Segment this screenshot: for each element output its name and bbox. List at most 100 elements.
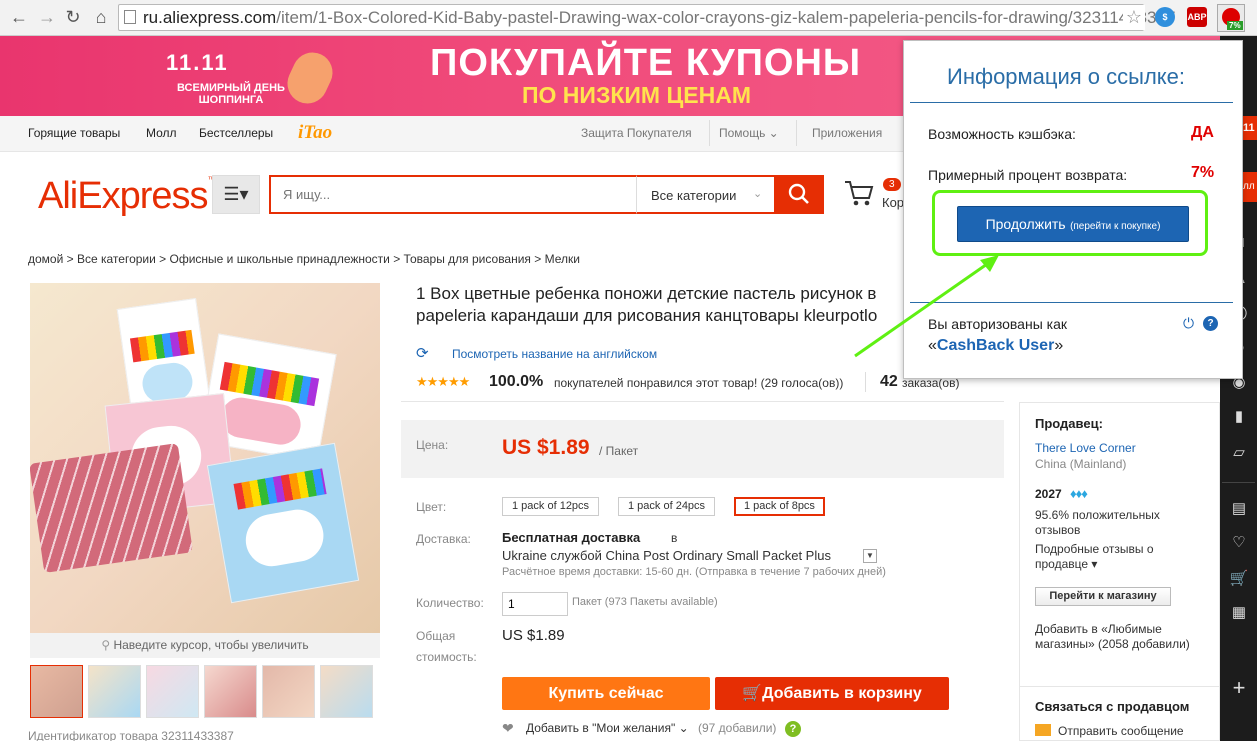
shipping-estimate: Расчётное время доставки: 15-60 дн. (Отп… [502,566,886,578]
cashback-badge: 7% [1227,21,1243,30]
product-main-image[interactable] [30,283,380,633]
banner-headline: ПОКУПАЙТЕ КУПОНЫ [430,42,862,84]
seller-positive-line2: отзывов [1035,523,1081,537]
thumbnail[interactable] [262,665,315,718]
translate-link[interactable]: Посмотреть название на английском [452,347,657,361]
cashback-percent-label: Примерный процент возврата: [928,167,1128,183]
buy-now-button[interactable]: Купить сейчас [502,677,710,710]
envelope-icon [1035,724,1051,736]
send-message-link[interactable]: Отправить сообщение [1058,724,1184,738]
zoom-hint: ⚲ Наведите курсор, чтобы увеличить [30,633,380,658]
seller-positive: 95.6% положительных [1035,508,1160,522]
color-option[interactable]: 1 pack of 24pcs [618,497,716,516]
cart-icon: 🛒 [742,685,763,702]
rating-stars-icon: ★★★★★ [416,374,470,389]
category-menu-button[interactable]: ☰▾ [212,175,260,214]
price-label: Цена: [416,438,449,452]
add-favorite-store[interactable]: Добавить в «Любимые [1035,622,1162,636]
page-icon [124,10,136,24]
thumbnail[interactable] [146,665,199,718]
category-select-label: Все категории [651,188,737,203]
url-domain: ru.aliexpress.com [143,8,277,27]
goto-store-button[interactable]: Перейти к магазину [1035,587,1171,606]
cart-label[interactable]: Кор [882,195,904,210]
divider [865,372,866,392]
product-id: Идентификатор товара 32311433387 [28,729,234,741]
add-favorite-store-line2[interactable]: магазины» (2058 добавили) [1035,637,1190,651]
quantity-label: Количество: [416,596,484,610]
bookmark-star-icon[interactable]: ☆ [1123,5,1145,30]
search-input[interactable] [271,177,636,212]
cashback-extension-button[interactable]: 7% [1217,4,1245,32]
color-label: Цвет: [416,500,447,514]
search-box [269,175,636,214]
cart-icon[interactable]: 🛒 [1228,568,1250,590]
banner-event-title: 11.11 [166,50,229,75]
thumbnail[interactable] [320,665,373,718]
seller-detailed-feedback[interactable]: Подробные отзывы о [1035,542,1154,556]
url-text: ru.aliexpress.com/item/1-Box-Colored-Kid… [143,8,1175,28]
user-name[interactable]: CashBack User [937,337,1054,354]
clipboard-icon[interactable]: ▦ [1228,602,1250,624]
nav-bestsellers[interactable]: Бестселлеры [199,126,273,140]
price-unit: / Пакет [599,444,639,458]
extension-dollar-icon[interactable]: $ [1155,7,1175,27]
add-to-cart-button[interactable]: 🛒Добавить в корзину [715,677,949,710]
cart-count-badge: 3 [883,178,901,191]
thumbnail[interactable] [204,665,257,718]
forward-icon[interactable]: → [36,6,58,28]
coupon-icon[interactable]: ▤ [1228,498,1250,520]
nav-hot-deals[interactable]: Горящие товары [28,126,120,140]
adblock-icon[interactable]: ABP [1187,7,1207,27]
cashback-percent-value: 7% [1191,164,1215,181]
back-icon[interactable]: ← [8,6,30,28]
address-bar[interactable]: ru.aliexpress.com/item/1-Box-Colored-Kid… [118,4,1175,31]
color-option[interactable]: 1 pack of 12pcs [502,497,600,516]
aliexpress-logo[interactable]: AliExpress™ [38,175,216,218]
bottle-icon[interactable]: ▱ [1228,442,1250,464]
lipstick-icon[interactable]: ▮ [1228,406,1250,428]
url-path: /item/1-Box-Colored-Kid-Baby-pastel-Draw… [276,8,1176,27]
category-select[interactable]: Все категории ⌄ [636,175,774,214]
heart-icon[interactable]: ♡ [1228,532,1250,554]
nav-help[interactable]: Помощь ⌄ [719,126,779,140]
crayon-box-image [206,442,360,604]
contact-seller-heading: Связаться с продавцом [1035,699,1190,714]
nav-mall[interactable]: Молл [146,126,177,140]
nav-apps[interactable]: Приложения [812,126,882,140]
quantity-input[interactable] [502,592,568,616]
popup-title: Информация о ссылке: [947,64,1186,89]
nav-buyer-protection[interactable]: Защита Покупателя [581,126,692,140]
thumbnail[interactable] [88,665,141,718]
thumbnail[interactable] [30,665,83,718]
help-icon[interactable]: ? [1203,316,1218,331]
continue-button[interactable]: Продолжить (перейти к покупке) [957,206,1189,242]
user-quote-close: » [1054,337,1064,354]
seller-detailed-feedback-line2[interactable]: продавце ▾ [1035,557,1097,571]
nav-divider [709,120,710,146]
user-quote-open: « [928,337,937,354]
color-option-selected[interactable]: 1 pack of 8pcs [734,497,825,516]
sidebar-event-tag[interactable]: 11 [1243,116,1257,140]
seller-country: China (Mainland) [1035,457,1127,471]
shipping-method[interactable]: Ukraine службой China Post Ordinary Smal… [502,548,831,563]
add-to-wishlist[interactable]: Добавить в "Мои желания" ⌄ [526,721,689,735]
orders-count: 42 [880,373,898,390]
reload-icon[interactable]: ↻ [62,6,84,28]
sidebar-label[interactable]: лл [1243,172,1257,202]
itao-logo[interactable]: iTao [298,122,332,144]
shipping-label: Доставка: [416,532,471,546]
plus-icon[interactable]: + [1228,677,1250,699]
cashback-available-label: Возможность кэшбэка: [928,126,1076,142]
power-icon[interactable]: ⏻ [1183,315,1194,332]
seller-heading: Продавец: [1035,416,1103,431]
cart-icon[interactable] [843,178,875,215]
home-icon[interactable]: ⌂ [90,6,112,28]
rating-text[interactable]: покупателей понравился этот товар! (29 г… [554,376,843,390]
shipping-dropdown-icon[interactable]: ▼ [863,549,877,563]
wishlist-count: (97 добавили) [698,721,777,735]
search-button[interactable] [774,175,824,214]
help-icon[interactable]: ? [785,721,801,737]
seller-name-link[interactable]: There Love Corner [1035,441,1136,455]
breadcrumb[interactable]: домой > Все категории > Офисные и школьн… [28,252,580,266]
